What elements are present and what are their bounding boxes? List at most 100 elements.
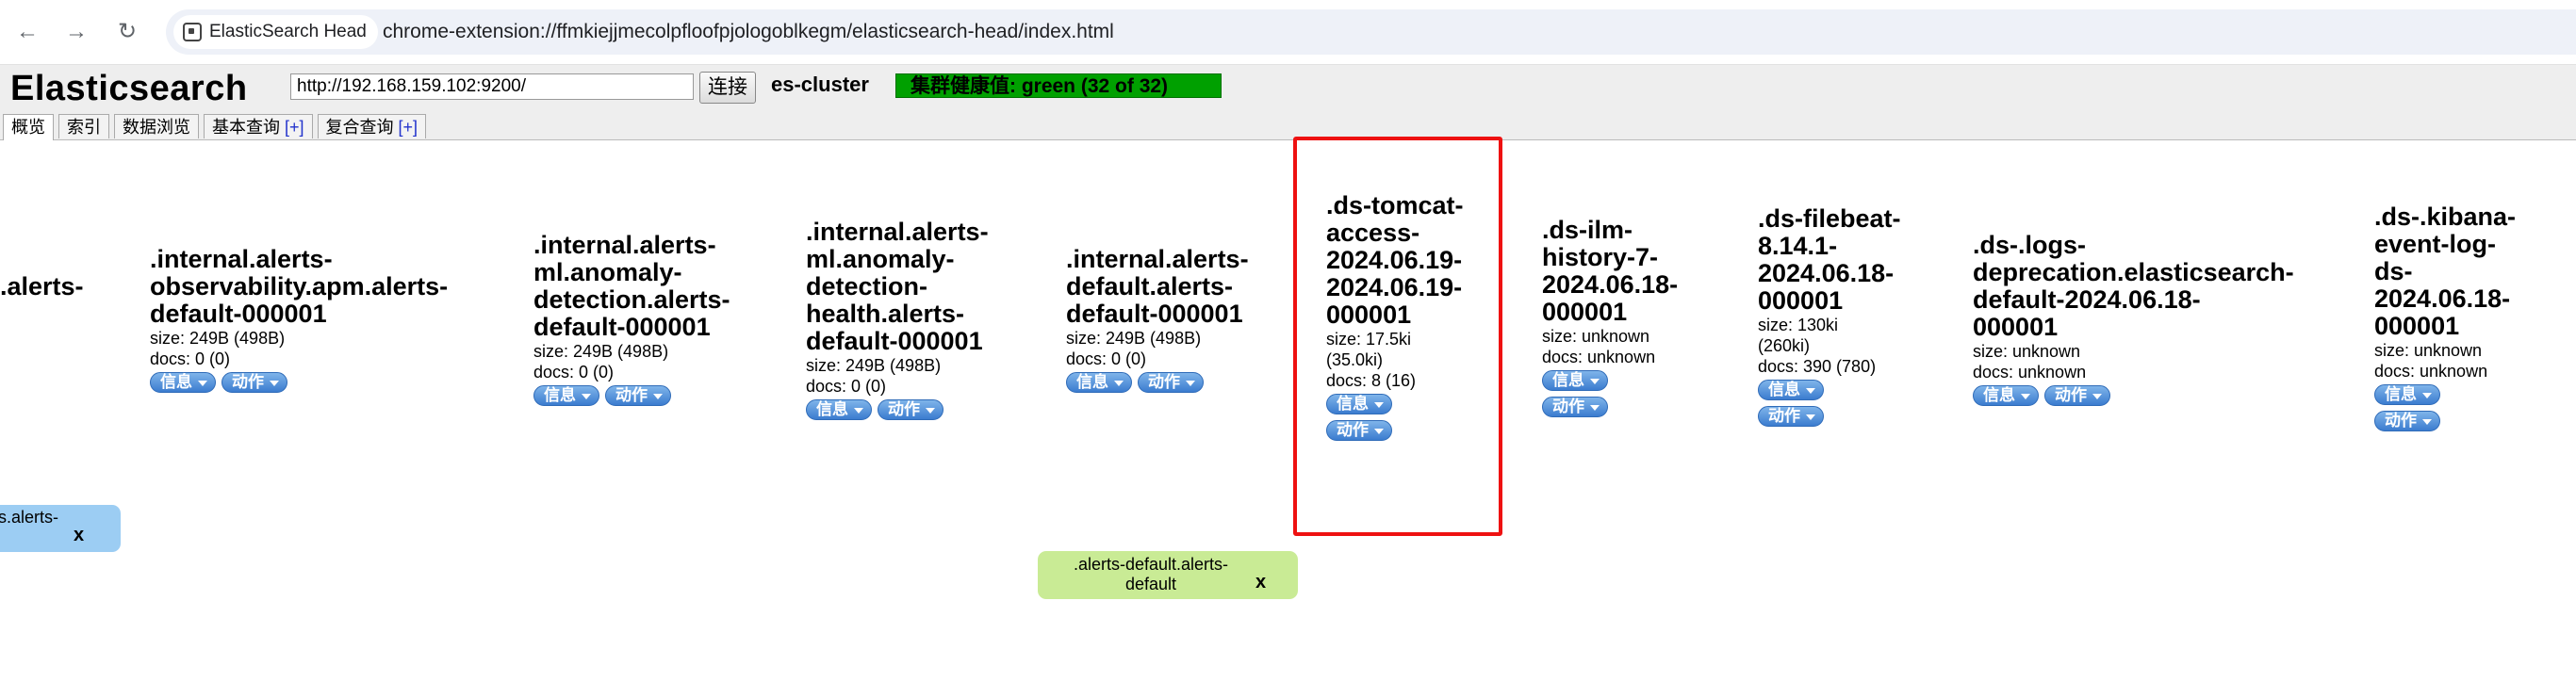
info-button[interactable]: 信息	[1066, 372, 1132, 393]
index-column: .internal.alerts- ml.anomaly- detection-…	[806, 219, 989, 420]
tab-compound-query[interactable]: 复合查询 [+]	[317, 114, 427, 138]
chevron-down-icon	[270, 380, 279, 386]
info-button[interactable]: 信息	[1542, 370, 1608, 391]
url-text[interactable]: chrome-extension://ffmkiejjmecolpfloofpj…	[383, 9, 1114, 55]
info-button[interactable]: 信息	[150, 372, 216, 393]
index-actions: 信息 动作	[1758, 380, 1901, 427]
cluster-health-badge: 集群健康值: green (32 of 32)	[895, 73, 1222, 98]
index-column: .internal.alerts- default.alerts- defaul…	[1066, 246, 1249, 393]
action-label: 动作	[1552, 398, 1584, 415]
action-button[interactable]: 动作	[2044, 385, 2110, 406]
info-button[interactable]: 信息	[2374, 384, 2440, 405]
chevron-down-icon	[854, 407, 863, 414]
chevron-down-icon	[926, 407, 935, 414]
index-name[interactable]: .ds-.kibana- event-log- ds- 2024.06.18- …	[2374, 203, 2516, 340]
tab-label: 数据浏览	[123, 118, 190, 137]
index-name[interactable]: .internal.alerts- ml.anomaly- detection.…	[533, 232, 730, 341]
index-name[interactable]: .internal.alerts- default.alerts- defaul…	[1066, 246, 1249, 328]
index-column: .ds-tomcat- access- 2024.06.19- 2024.06.…	[1326, 192, 1464, 441]
action-button[interactable]: 动作	[1138, 372, 1204, 393]
action-button[interactable]: 动作	[1758, 406, 1824, 427]
index-size: size: unknown	[2374, 341, 2483, 360]
tab-plus: [+]	[285, 118, 304, 137]
index-size: size: unknown	[1542, 327, 1650, 346]
action-label: 动作	[232, 373, 264, 391]
index-column: .internal.alerts- ml.anomaly- detection.…	[533, 232, 730, 406]
back-icon[interactable]: ←	[11, 16, 43, 48]
alias-box[interactable]: s.alerts- x	[0, 505, 121, 552]
action-button[interactable]: 动作	[1326, 420, 1392, 441]
info-label: 信息	[1983, 386, 2015, 404]
index-size: size: 249B (498B)	[150, 329, 286, 348]
index-name[interactable]: .ds-filebeat- 8.14.1- 2024.06.18- 000001	[1758, 205, 1901, 315]
info-label: 信息	[544, 386, 576, 404]
cluster-url-input[interactable]	[290, 73, 694, 100]
close-icon[interactable]: x	[74, 526, 84, 545]
app-title: Elasticsearch	[10, 69, 248, 108]
action-label: 动作	[1148, 373, 1180, 391]
tab-overview[interactable]: 概览	[3, 114, 54, 140]
chevron-down-icon	[653, 393, 663, 399]
index-column: .ds-filebeat- 8.14.1- 2024.06.18- 000001…	[1758, 205, 1901, 427]
info-label: 信息	[1337, 395, 1369, 413]
index-column: .ds-.kibana- event-log- ds- 2024.06.18- …	[2374, 203, 2516, 431]
tab-label: 索引	[67, 118, 101, 137]
alias-label: s.alerts-	[0, 508, 59, 527]
index-docs: docs: 0 (0)	[533, 363, 615, 382]
tab-indices[interactable]: 索引	[58, 114, 109, 138]
action-label: 动作	[1768, 407, 1800, 425]
info-button[interactable]: 信息	[1973, 385, 2039, 406]
chevron-down-icon	[198, 380, 207, 386]
action-label: 动作	[2055, 386, 2087, 404]
chevron-down-icon	[582, 393, 591, 399]
index-column: .alerts-	[0, 273, 84, 300]
index-actions: 信息 动作	[1326, 394, 1464, 441]
action-button[interactable]: 动作	[1542, 397, 1608, 417]
address-bar[interactable]: ElasticSearch Head chrome-extension://ff…	[166, 9, 2576, 55]
connect-button[interactable]: 连接	[699, 72, 756, 104]
alias-box[interactable]: .alerts-default.alerts- default x	[1038, 551, 1298, 599]
info-button[interactable]: 信息	[533, 385, 599, 406]
index-size: size: 249B (498B)	[533, 342, 669, 361]
chevron-down-icon	[1374, 401, 1384, 408]
chevron-down-icon	[1374, 428, 1384, 434]
close-icon[interactable]: x	[1255, 573, 1266, 593]
chevron-down-icon	[1114, 380, 1124, 386]
index-name[interactable]: .ds-tomcat- access- 2024.06.19- 2024.06.…	[1326, 192, 1464, 329]
chevron-down-icon	[2021, 393, 2030, 399]
action-button[interactable]: 动作	[222, 372, 287, 393]
index-docs: docs: 390 (780)	[1758, 357, 1877, 376]
index-name[interactable]: .internal.alerts- ml.anomaly- detection-…	[806, 219, 989, 355]
index-size: size: 249B (498B)	[806, 356, 942, 375]
es-head-header: Elasticsearch 连接 es-cluster 集群健康值: green…	[0, 65, 2576, 140]
alias-label: .alerts-default.alerts- default	[1073, 555, 1229, 593]
index-actions: 信息 动作	[533, 385, 730, 406]
info-button[interactable]: 信息	[806, 399, 872, 420]
info-button[interactable]: 信息	[1758, 380, 1824, 400]
info-label: 信息	[2385, 385, 2417, 403]
index-column: .ds-.logs- deprecation.elasticsearch- de…	[1973, 232, 2294, 406]
action-button[interactable]: 动作	[2374, 411, 2440, 431]
index-actions: 信息 动作	[806, 399, 989, 420]
index-name[interactable]: .alerts-	[0, 273, 84, 300]
index-docs: docs: 0 (0)	[150, 349, 231, 368]
tab-plus: [+]	[398, 118, 418, 137]
info-label: 信息	[160, 373, 192, 391]
index-name[interactable]: .ds-ilm- history-7- 2024.06.18- 000001	[1542, 217, 1678, 326]
index-docs: docs: 8 (16)	[1326, 371, 1417, 390]
action-label: 动作	[615, 386, 648, 404]
chevron-down-icon	[1590, 404, 1600, 411]
forward-icon[interactable]: →	[60, 16, 92, 48]
reload-icon[interactable]: ↻	[111, 16, 143, 48]
chevron-down-icon	[1806, 414, 1815, 420]
index-name[interactable]: .ds-.logs- deprecation.elasticsearch- de…	[1973, 232, 2294, 341]
action-button[interactable]: 动作	[605, 385, 671, 406]
index-name[interactable]: .internal.alerts- observability.apm.aler…	[150, 246, 448, 328]
tab-browser[interactable]: 数据浏览	[114, 114, 199, 138]
chevron-down-icon	[2422, 392, 2432, 398]
site-info-chip[interactable]: ElasticSearch Head	[173, 15, 378, 49]
tab-basic-query[interactable]: 基本查询 [+]	[204, 114, 313, 138]
action-button[interactable]: 动作	[878, 399, 943, 420]
info-button[interactable]: 信息	[1326, 394, 1392, 414]
index-actions: 信息 动作	[2374, 384, 2516, 431]
